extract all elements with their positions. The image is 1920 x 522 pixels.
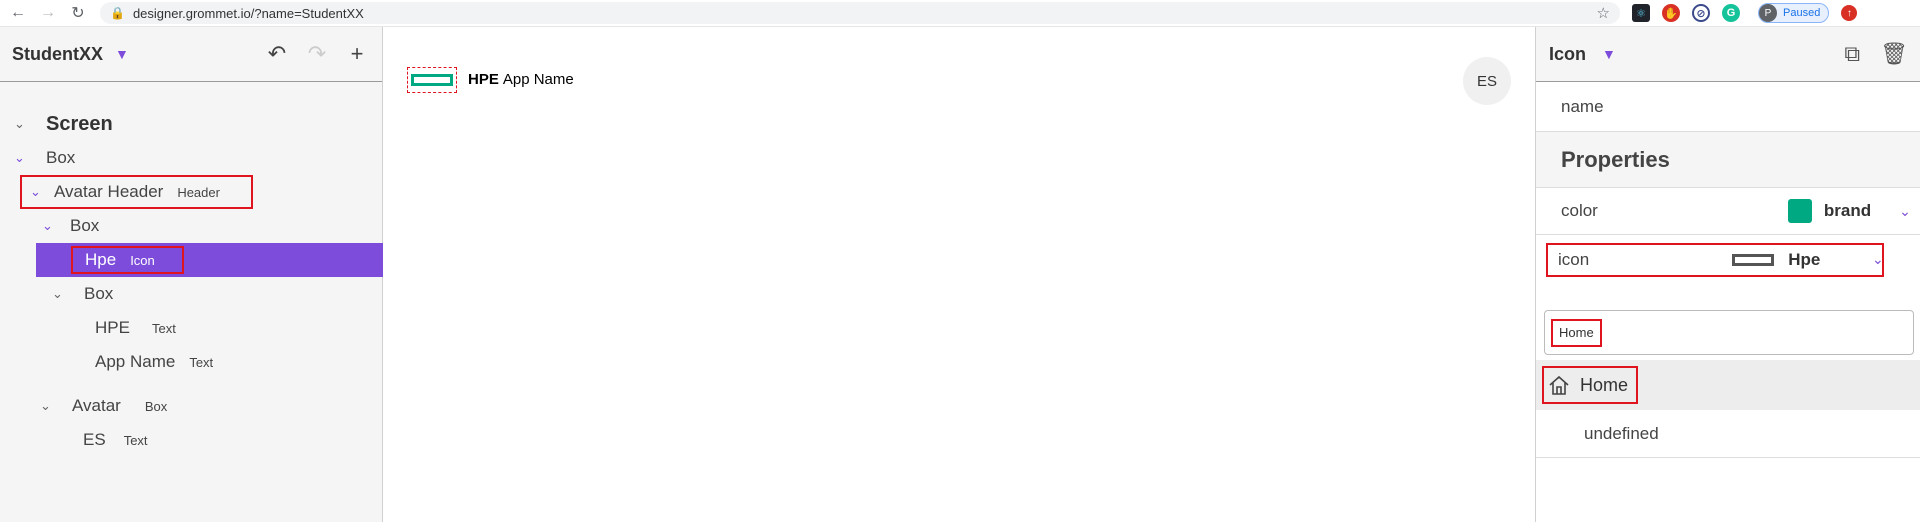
chevron-down-icon[interactable]: ▼ xyxy=(115,46,129,62)
add-icon[interactable]: + xyxy=(342,39,372,69)
properties-heading: Properties xyxy=(1561,146,1670,172)
name-field[interactable]: name xyxy=(1536,82,1920,132)
browser-toolbar: ← → ↻ 🔒 designer.grommet.io/?name=Studen… xyxy=(0,0,1920,27)
tree-item-screen[interactable]: ⌄ Screen xyxy=(0,107,383,141)
chevron-down-icon[interactable]: ⌄ xyxy=(14,150,32,166)
profile-avatar: P xyxy=(1759,4,1777,22)
tree-label: Avatar Header xyxy=(54,182,164,201)
brand-bold-text: HPE xyxy=(468,71,499,88)
tree-label: HPE xyxy=(95,318,130,337)
hpe-icon[interactable] xyxy=(407,67,457,93)
block-icon[interactable]: ⊘ xyxy=(1692,4,1710,22)
tree-label: Box xyxy=(70,216,100,235)
adblock-icon[interactable]: ✋ xyxy=(1662,4,1680,22)
duplicate-icon[interactable]: ⧉ xyxy=(1844,41,1860,67)
tree-label: Avatar xyxy=(72,396,121,415)
design-header: StudentXX ▼ ↶ ↷ + xyxy=(0,27,382,82)
option-label: Home xyxy=(1580,374,1629,395)
chevron-down-icon[interactable]: ⌄ xyxy=(52,286,70,302)
chevron-down-icon[interactable]: ⌄ xyxy=(30,184,48,200)
home-icon xyxy=(1549,375,1569,395)
component-type[interactable]: Icon xyxy=(1549,44,1586,65)
grammarly-icon[interactable]: G xyxy=(1722,4,1740,22)
icon-property[interactable]: icon Hpe ⌄ xyxy=(1536,237,1920,282)
icon-label: icon xyxy=(1558,249,1590,269)
avatar[interactable]: ES xyxy=(1463,57,1511,105)
tree-item-avatar[interactable]: ⌄ Avatar Box xyxy=(0,389,383,423)
tree-item-box[interactable]: ⌄ Box xyxy=(0,277,383,311)
tree-item-hpe[interactable]: Hpe Icon xyxy=(36,243,383,277)
color-value: brand xyxy=(1823,201,1872,220)
tree-label: App Name xyxy=(95,352,176,371)
profile-button[interactable]: P Paused xyxy=(1758,3,1830,23)
highlight-box: icon Hpe xyxy=(1546,242,1884,277)
lock-icon: 🔒 xyxy=(110,6,125,20)
bookmark-star-icon[interactable]: ☆ xyxy=(1597,4,1610,22)
tree-type: Header xyxy=(177,184,220,200)
tree-label: ES xyxy=(83,430,106,449)
tree-item-box[interactable]: ⌄ Box xyxy=(0,141,383,175)
chevron-down-icon[interactable]: ⌄ xyxy=(1899,203,1911,220)
tree-label: Hpe xyxy=(85,250,117,269)
name-label: name xyxy=(1561,96,1604,116)
tree-item-hpe-text[interactable]: HPE Text xyxy=(0,311,383,345)
hpe-logo-shape xyxy=(411,74,453,86)
reload-icon[interactable]: ↻ xyxy=(66,1,90,25)
hpe-icon xyxy=(1732,253,1775,266)
tree-item-es[interactable]: ES Text xyxy=(0,423,383,457)
chevron-down-icon[interactable]: ⌄ xyxy=(42,218,60,234)
option-label: undefined xyxy=(1584,423,1659,443)
layers-panel: StudentXX ▼ ↶ ↷ + ⌄ Screen ⌄ Box ⌄ Avata… xyxy=(0,27,383,522)
tree-type: Text xyxy=(151,320,176,336)
tree-label: Screen xyxy=(46,112,113,135)
trash-icon[interactable]: 🗑 xyxy=(1880,41,1908,67)
back-icon[interactable]: ← xyxy=(6,1,30,25)
tree-label: Box xyxy=(84,284,114,303)
color-label: color xyxy=(1561,201,1598,220)
color-swatch xyxy=(1787,199,1812,223)
address-bar[interactable]: 🔒 designer.grommet.io/?name=StudentXX ☆ xyxy=(100,2,1620,24)
highlight-box: Hpe Icon xyxy=(71,246,184,274)
chevron-down-icon[interactable]: ⌄ xyxy=(40,398,58,414)
tree-type: Text xyxy=(189,354,214,370)
chevron-down-icon[interactable]: ⌄ xyxy=(14,116,32,132)
component-header: Icon ▼ ⧉ 🗑 xyxy=(1536,27,1920,82)
chevron-down-icon[interactable]: ⌄ xyxy=(1872,251,1884,268)
tree-type: Box xyxy=(144,398,168,414)
brand-app-name: App Name xyxy=(502,71,574,88)
option-undefined[interactable]: undefined xyxy=(1536,410,1920,458)
search-value: Home xyxy=(1551,318,1602,347)
profile-label: Paused xyxy=(1783,7,1821,19)
canvas-brand[interactable]: HPE App Name xyxy=(468,71,574,88)
highlight-box: ⌄ Avatar Header Header xyxy=(20,175,253,209)
update-icon[interactable]: ↑ xyxy=(1841,5,1858,21)
tree-type: Icon xyxy=(130,252,155,268)
icon-value: Hpe xyxy=(1788,249,1821,269)
properties-heading-row: Properties xyxy=(1536,132,1920,187)
icon-search-input[interactable]: Home xyxy=(1544,310,1914,355)
forward-icon[interactable]: → xyxy=(36,1,60,25)
redo-icon[interactable]: ↷ xyxy=(302,39,332,69)
color-property[interactable]: color brand ⌄ xyxy=(1536,187,1920,235)
tree-type: Text xyxy=(123,432,148,448)
react-devtools-icon[interactable]: ⚛ xyxy=(1632,4,1650,22)
design-canvas[interactable]: HPE App Name ES xyxy=(383,27,1536,522)
tree-item-box[interactable]: ⌄ Box xyxy=(0,209,383,243)
option-home[interactable]: Home xyxy=(1536,360,1920,410)
url-text: designer.grommet.io/?name=StudentXX xyxy=(132,5,364,21)
tree-item-avatar-header[interactable]: ⌄ Avatar Header Header xyxy=(0,175,383,209)
chevron-down-icon[interactable]: ▼ xyxy=(1602,46,1616,62)
design-name[interactable]: StudentXX xyxy=(12,44,103,65)
tree-label: Box xyxy=(46,148,76,167)
undo-icon[interactable]: ↶ xyxy=(262,39,292,69)
highlight-box: Home xyxy=(1542,366,1639,404)
tree-item-app-name[interactable]: App Name Text xyxy=(0,345,383,379)
